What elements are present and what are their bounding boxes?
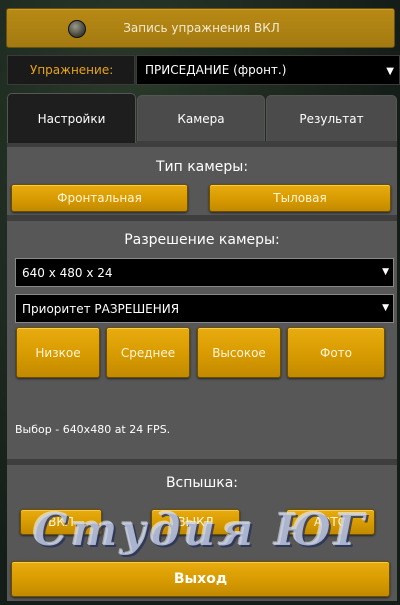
exercise-select-value: ПРИСЕДАНИЕ (фронт.)	[145, 63, 287, 77]
chevron-down-icon: ▼	[382, 267, 389, 277]
tab-camera-label: Камера	[177, 111, 225, 126]
app-window: Запись упражнения ВКЛ Упражнение: ПРИСЕД…	[0, 0, 400, 605]
front-camera-label: Фронтальная	[57, 191, 142, 205]
exit-button[interactable]: Выход	[11, 561, 390, 597]
flash-on-button[interactable]: ВКЛ	[20, 509, 102, 535]
exit-button-label: Выход	[173, 571, 228, 587]
settings-panel: Тип камеры: Фронтальная Тыловая Разрешен…	[7, 141, 397, 601]
flash-title: Вспышка:	[165, 475, 239, 491]
rear-camera-button[interactable]: Тыловая	[209, 184, 391, 212]
quality-medium-button[interactable]: Среднее	[106, 327, 190, 378]
flash-auto-button[interactable]: АВТО	[286, 509, 375, 535]
exercise-select[interactable]: ПРИСЕДАНИЕ (фронт.) ▼	[136, 55, 400, 85]
tab-settings[interactable]: Настройки	[7, 93, 136, 143]
tab-result-label: Результат	[299, 111, 364, 126]
tab-result[interactable]: Результат	[266, 95, 397, 141]
record-button-label: Запись упражнения ВКЛ	[123, 21, 280, 35]
tab-camera[interactable]: Камера	[137, 95, 265, 141]
divider	[7, 215, 397, 221]
resolution-status: Выбор - 640x480 at 24 FPS.	[15, 423, 171, 436]
photo-button[interactable]: Фото	[287, 327, 385, 378]
photo-label: Фото	[319, 345, 352, 360]
flash-off-label: ВЫКЛ	[177, 515, 214, 529]
resolution-select-value: 640 x 480 x 24	[22, 265, 113, 280]
front-camera-button[interactable]: Фронтальная	[11, 184, 188, 212]
quality-low-label: Низкое	[35, 345, 81, 360]
flash-on-label: ВКЛ	[48, 515, 74, 529]
priority-select-value: Приоритет РАЗРЕШЕНИЯ	[22, 301, 180, 316]
record-toggle-button[interactable]: Запись упражнения ВКЛ	[6, 8, 395, 48]
priority-select[interactable]: Приоритет РАЗРЕШЕНИЯ ▼	[15, 294, 394, 323]
divider	[7, 459, 397, 465]
chevron-down-icon: ▼	[382, 303, 389, 313]
exercise-label: Упражнение:	[7, 55, 135, 85]
quality-medium-label: Среднее	[120, 345, 176, 360]
camera-type-title: Тип камеры:	[155, 159, 249, 175]
quality-low-button[interactable]: Низкое	[16, 327, 100, 378]
quality-high-button[interactable]: Высокое	[197, 327, 281, 378]
chevron-down-icon: ▼	[386, 66, 394, 77]
resolution-title: Разрешение камеры:	[124, 232, 280, 248]
flash-off-button[interactable]: ВЫКЛ	[151, 509, 240, 535]
quality-high-label: Высокое	[212, 345, 266, 360]
resolution-select[interactable]: 640 x 480 x 24 ▼	[15, 258, 394, 287]
flash-auto-label: АВТО	[313, 515, 348, 529]
rear-camera-label: Тыловая	[273, 191, 327, 205]
tab-settings-label: Настройки	[37, 111, 106, 126]
